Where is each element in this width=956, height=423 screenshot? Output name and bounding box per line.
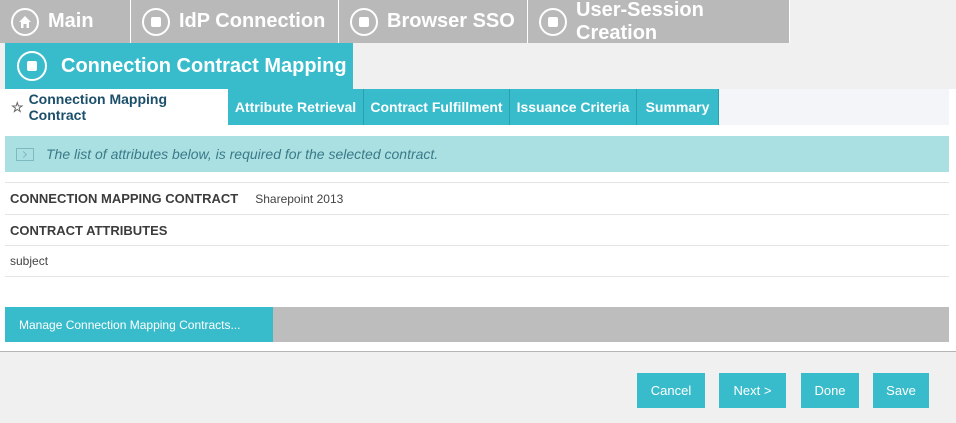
star-icon: ☆: [11, 98, 24, 115]
tab-label: Attribute Retrieval: [234, 99, 357, 115]
info-icon: [16, 147, 34, 161]
contract-row: CONNECTION MAPPING CONTRACT Sharepoint 2…: [5, 182, 949, 215]
tab-issuance-criteria[interactable]: Issuance Criteria: [510, 89, 637, 125]
contract-value: Sharepoint 2013: [255, 191, 344, 206]
top-tab-user-session-creation[interactable]: User-Session Creation: [528, 0, 790, 44]
tab-label: Connection Mapping Contract: [28, 91, 167, 123]
top-tab-main[interactable]: Main: [0, 0, 131, 43]
top-tab-browser-sso[interactable]: Browser SSO: [339, 0, 528, 43]
list-item: subject: [5, 246, 949, 277]
attributes-header-row: CONTRACT ATTRIBUTES: [5, 215, 949, 246]
step-icon: [17, 51, 47, 81]
active-step-label: Connection Contract Mapping: [61, 54, 347, 77]
attribute-name: subject: [10, 254, 49, 268]
done-button[interactable]: Done: [801, 373, 859, 408]
top-tab-label: Main: [48, 10, 94, 32]
step-icon: [350, 7, 378, 36]
tab-label: Issuance Criteria: [516, 99, 630, 115]
home-icon: [11, 7, 39, 36]
cancel-button[interactable]: Cancel: [637, 373, 705, 408]
manage-contracts-label: Manage Connection Mapping Contracts...: [19, 317, 241, 332]
tab-attribute-retrieval[interactable]: Attribute Retrieval: [228, 89, 364, 125]
top-tab-label: Browser SSO: [387, 10, 515, 32]
contract-label: CONNECTION MAPPING CONTRACT: [10, 191, 239, 206]
tab-connection-mapping-contract[interactable]: ☆ Connection Mapping Contract: [5, 89, 228, 125]
tab-contract-fulfillment[interactable]: Contract Fulfillment: [364, 89, 510, 125]
tab-summary[interactable]: Summary: [637, 89, 719, 125]
active-step-tab[interactable]: Connection Contract Mapping: [5, 43, 353, 89]
top-tab-label: IdP Connection: [179, 10, 326, 32]
info-message-text: The list of attributes below, is require…: [46, 146, 439, 162]
top-tab-label: User-Session Creation: [576, 0, 704, 44]
top-tab-idp-connection[interactable]: IdP Connection: [131, 0, 339, 43]
tab-label: Summary: [645, 99, 710, 115]
manage-contracts-button[interactable]: Manage Connection Mapping Contracts...: [5, 307, 273, 342]
next-button[interactable]: Next >: [719, 373, 786, 408]
step-icon: [539, 7, 567, 36]
tab-label: Contract Fulfillment: [370, 99, 503, 115]
step-icon: [142, 7, 170, 36]
attributes-header: CONTRACT ATTRIBUTES: [10, 222, 168, 238]
info-message-bar: The list of attributes below, is require…: [5, 136, 949, 172]
save-button[interactable]: Save: [873, 373, 929, 408]
